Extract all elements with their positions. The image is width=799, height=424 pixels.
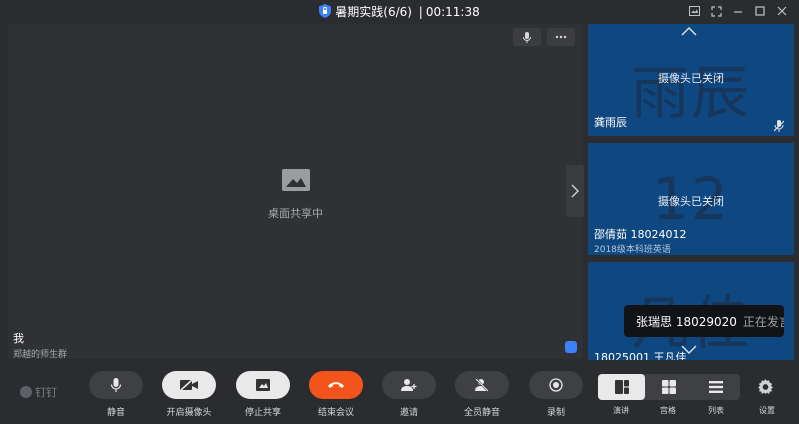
meeting-title-area: 暑期实践(6/6) | 00:11:38	[0, 3, 799, 21]
mute-button[interactable]	[89, 371, 143, 399]
fullscreen-icon[interactable]	[709, 4, 723, 18]
presenter-group: 郑越的师生群	[13, 350, 68, 360]
scroll-up-button[interactable]	[681, 24, 697, 40]
participant-name: 18025001 王凡佳	[594, 351, 687, 360]
record-label: 录制	[546, 408, 565, 418]
participant-name: 龚雨辰	[594, 116, 627, 129]
screen-badge-icon	[565, 341, 577, 353]
screen-share-stage: 桌面共享中 我 郑越的师生群	[8, 24, 583, 360]
share-placeholder: 桌面共享中	[8, 169, 583, 221]
brand-name: 钉钉	[35, 386, 57, 399]
record-button[interactable]	[529, 371, 583, 399]
camera-button[interactable]	[162, 371, 216, 399]
invite-button[interactable]	[382, 371, 436, 399]
speaking-toast: 张瑞思 18029020 正在发言	[624, 305, 784, 337]
dingtalk-logo-icon	[20, 386, 32, 398]
mute-label: 静音	[106, 408, 125, 418]
next-page-button[interactable]	[566, 165, 584, 217]
view-grid-button[interactable]	[645, 374, 692, 400]
more-icon	[555, 35, 567, 39]
end-meeting-label: 结束会议	[317, 408, 354, 418]
mute-all-icon	[475, 378, 489, 392]
chevron-right-icon	[571, 184, 579, 198]
bottom-toolbar: 钉钉 静音 开启摄像头 停止共享 结束会议 邀请 全员静音 录制 演讲 宫格 列…	[0, 362, 799, 424]
stop-share-button[interactable]	[236, 371, 290, 399]
view-speaker-button[interactable]	[598, 374, 646, 400]
maximize-icon[interactable]	[753, 4, 767, 18]
chevron-up-icon	[681, 27, 697, 36]
record-icon	[549, 378, 563, 392]
minimize-icon[interactable]	[731, 4, 745, 18]
chevron-down-icon	[681, 345, 697, 354]
mute-all-label: 全员静音	[463, 408, 500, 418]
screenshot-icon[interactable]	[687, 4, 701, 18]
brand-logo: 钉钉	[20, 384, 57, 400]
camera-status: 摄像头已关闭	[658, 195, 724, 208]
view-list-label: 列表	[708, 406, 724, 415]
participant-tile[interactable]: 雨辰 摄像头已关闭 龚雨辰	[588, 24, 794, 136]
more-options-button[interactable]	[547, 28, 575, 46]
stage-toolbar	[513, 28, 575, 46]
title-bar: 暑期实践(6/6) | 00:11:38	[0, 0, 799, 24]
gear-icon	[758, 379, 773, 394]
title-separator: |	[418, 5, 423, 19]
invite-label: 邀请	[399, 408, 418, 418]
meeting-timer: 00:11:38	[425, 5, 480, 19]
view-speaker-label: 演讲	[613, 406, 629, 415]
camera-label: 开启摄像头	[166, 408, 212, 418]
grid-view-icon	[661, 380, 676, 394]
speaking-status: 正在发言	[742, 314, 784, 329]
window-controls	[687, 4, 789, 18]
camera-status: 摄像头已关闭	[658, 72, 724, 85]
view-list-button[interactable]	[693, 374, 740, 400]
scroll-down-button[interactable]	[681, 342, 697, 358]
participant-tile[interactable]: 12 摄像头已关闭 邵倩茹 18024012 2018级本科班英语	[588, 143, 794, 255]
speaker-name: 张瑞思 18029020	[636, 314, 737, 329]
participant-subtitle: 2018级本科班英语	[594, 245, 671, 255]
meeting-title: 暑期实践(6/6)	[335, 5, 412, 19]
hang-up-icon	[328, 382, 344, 388]
settings-button[interactable]	[758, 379, 773, 398]
microphone-icon	[111, 378, 121, 392]
close-icon[interactable]	[775, 4, 789, 18]
shield-icon	[319, 4, 332, 18]
view-grid-label: 宫格	[660, 406, 676, 415]
microphone-icon	[523, 31, 531, 43]
presenter-name: 我	[13, 332, 24, 345]
stop-share-label: 停止共享	[244, 408, 281, 418]
share-status-text: 桌面共享中	[268, 207, 323, 220]
speaker-view-icon	[614, 380, 629, 394]
view-mode-switch	[598, 374, 740, 400]
camera-off-icon	[180, 379, 198, 391]
settings-label: 设置	[759, 406, 775, 415]
stage-mic-button[interactable]	[513, 28, 541, 46]
end-meeting-button[interactable]	[309, 371, 363, 399]
desktop-share-icon	[281, 169, 310, 191]
share-screen-icon	[256, 379, 270, 391]
mute-all-button[interactable]	[455, 371, 509, 399]
mic-muted-icon	[774, 120, 784, 132]
add-person-icon	[401, 379, 417, 391]
list-view-icon	[709, 381, 724, 393]
participant-name: 邵倩茹 18024012	[594, 228, 687, 241]
